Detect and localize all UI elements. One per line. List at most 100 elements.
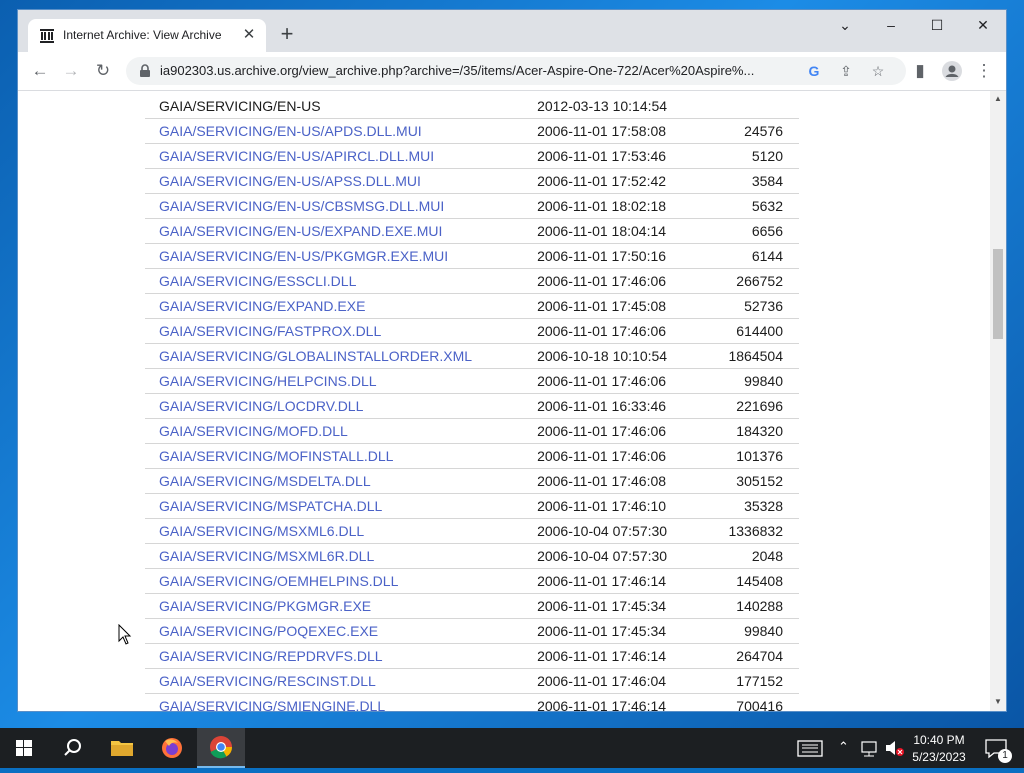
table-row: GAIA/SERVICING/GLOBALINSTALLORDER.XML 200…: [145, 343, 799, 369]
file-link[interactable]: GAIA/SERVICING/PKGMGR.EXE: [159, 598, 371, 614]
file-link[interactable]: GAIA/SERVICING/MSPATCHA.DLL: [159, 498, 382, 514]
file-size-cell: 6144: [691, 243, 799, 269]
file-link[interactable]: GAIA/SERVICING/EN-US/APSS.DLL.MUI: [159, 173, 421, 189]
file-date-cell: 2006-11-01 17:45:34: [537, 618, 692, 644]
file-explorer-icon[interactable]: [98, 728, 146, 768]
file-link[interactable]: GAIA/SERVICING/ESSCLI.DLL: [159, 273, 356, 289]
file-link[interactable]: GAIA/SERVICING/REPDRVFS.DLL: [159, 648, 383, 664]
file-name-cell: GAIA/SERVICING/MSPATCHA.DLL: [145, 493, 538, 519]
scroll-down-arrow-icon[interactable]: ▼: [990, 695, 1006, 709]
side-panel-icon[interactable]: ▮: [907, 58, 933, 84]
file-link[interactable]: GAIA/SERVICING/POQEXEC.EXE: [159, 623, 378, 639]
lock-icon[interactable]: [138, 64, 152, 78]
table-row: GAIA/SERVICING/EN-US/APDS.DLL.MUI 2006-11…: [145, 118, 799, 144]
file-link[interactable]: GAIA/SERVICING/MSDELTA.DLL: [159, 473, 371, 489]
file-name-cell: GAIA/SERVICING/EN-US/APIRCL.DLL.MUI: [145, 143, 538, 169]
file-name-cell: GAIA/SERVICING/POQEXEC.EXE: [145, 618, 538, 644]
file-name-cell: GAIA/SERVICING/EN-US/CBSMSG.DLL.MUI: [145, 193, 538, 219]
file-name-cell: GAIA/SERVICING/SMIENGINE.DLL: [145, 693, 538, 711]
chevron-up-icon[interactable]: ⌃: [838, 739, 849, 755]
input-indicator-icon[interactable]: [788, 728, 832, 768]
clock-time[interactable]: 10:40 PM: [908, 733, 970, 747]
back-arrow-icon[interactable]: ←: [27, 58, 53, 84]
reload-icon[interactable]: ↻: [90, 58, 116, 84]
file-name-cell: GAIA/SERVICING/ESSCLI.DLL: [145, 268, 538, 294]
file-size-cell: 3584: [691, 168, 799, 194]
file-link[interactable]: GAIA/SERVICING/MSXML6R.DLL: [159, 548, 374, 564]
file-link[interactable]: GAIA/SERVICING/EN-US/APDS.DLL.MUI: [159, 123, 422, 139]
file-link[interactable]: GAIA/SERVICING/EN-US/EXPAND.EXE.MUI: [159, 223, 442, 239]
file-link[interactable]: GAIA/SERVICING/HELPCINS.DLL: [159, 373, 377, 389]
tab-strip: Internet Archive: View Archive ✕ + ⌄ – ☐…: [18, 10, 1006, 52]
close-window-button[interactable]: ✕: [960, 10, 1006, 40]
file-link[interactable]: GAIA/SERVICING/GLOBALINSTALLORDER.XML: [159, 348, 472, 364]
file-date-cell: 2006-11-01 17:46:06: [537, 443, 692, 469]
file-link[interactable]: GAIA/SERVICING/OEMHELPINS.DLL: [159, 573, 398, 589]
file-link[interactable]: GAIA/SERVICING/FASTPROX.DLL: [159, 323, 381, 339]
browser-toolbar: ← → ↻ ia902303.us.archive.org/view_archi…: [18, 52, 1006, 91]
file-date-cell: 2006-11-01 17:53:46: [537, 143, 692, 169]
maximize-button[interactable]: ☐: [914, 10, 960, 40]
windows-start-icon[interactable]: [0, 728, 48, 768]
kebab-menu-icon[interactable]: ⋮: [971, 58, 997, 84]
file-link[interactable]: GAIA/SERVICING/LOCDRV.DLL: [159, 398, 363, 414]
mouse-cursor-icon: [118, 624, 132, 645]
table-row: GAIA/SERVICING/EN-US/APSS.DLL.MUI 2006-11…: [145, 168, 799, 194]
file-link[interactable]: GAIA/SERVICING/EN-US/PKGMGR.EXE.MUI: [159, 248, 448, 264]
page-content: GAIA/SERVICING/EN-US 2012-03-13 10:14:54 G…: [18, 91, 990, 711]
file-date-cell: 2006-11-01 17:46:06: [537, 418, 692, 444]
minimize-button[interactable]: –: [868, 10, 914, 40]
file-date-cell: 2006-10-04 07:57:30: [537, 518, 692, 544]
chrome-icon[interactable]: [197, 728, 245, 768]
profile-icon[interactable]: [939, 58, 965, 84]
firefox-icon[interactable]: [148, 728, 196, 768]
google-icon[interactable]: G: [804, 61, 824, 81]
file-link[interactable]: GAIA/SERVICING/RESCINST.DLL: [159, 673, 376, 689]
file-size-cell: 99840: [691, 368, 799, 394]
file-name-cell: GAIA/SERVICING/MOFINSTALL.DLL: [145, 443, 538, 469]
table-row: GAIA/SERVICING/PKGMGR.EXE 2006-11-01 17:4…: [145, 593, 799, 619]
file-size-cell: 2048: [691, 543, 799, 569]
taskbar: ⌃ 10:40 PM 5/23/2023 1: [0, 728, 1024, 768]
file-link[interactable]: GAIA/SERVICING/MSXML6.DLL: [159, 523, 364, 539]
file-name-cell: GAIA/SERVICING/OEMHELPINS.DLL: [145, 568, 538, 594]
file-name-cell: GAIA/SERVICING/PKGMGR.EXE: [145, 593, 538, 619]
address-bar[interactable]: ia902303.us.archive.org/view_archive.php…: [126, 57, 906, 85]
file-link[interactable]: GAIA/SERVICING/SMIENGINE.DLL: [159, 698, 385, 711]
notification-center-icon[interactable]: 1: [976, 728, 1016, 768]
file-size-cell: 1336832: [691, 518, 799, 544]
tab-search-icon[interactable]: ⌄: [822, 10, 868, 40]
url-text[interactable]: ia902303.us.archive.org/view_archive.php…: [160, 63, 820, 78]
table-row: GAIA/SERVICING/LOCDRV.DLL 2006-11-01 16:3…: [145, 393, 799, 419]
file-date-cell: 2006-11-01 17:58:08: [537, 118, 692, 144]
file-size-cell: 101376: [691, 443, 799, 469]
share-icon[interactable]: ⇪: [836, 61, 856, 81]
network-icon[interactable]: [858, 728, 880, 768]
file-name-cell: GAIA/SERVICING/HELPCINS.DLL: [145, 368, 538, 394]
file-date-cell: 2006-11-01 17:46:04: [537, 668, 692, 694]
file-date-cell: 2006-11-01 17:46:10: [537, 493, 692, 519]
scrollbar-thumb[interactable]: [993, 249, 1003, 339]
file-name-cell: GAIA/SERVICING/EN-US/EXPAND.EXE.MUI: [145, 218, 538, 244]
close-tab-icon[interactable]: ✕: [240, 26, 258, 44]
file-link[interactable]: GAIA/SERVICING/EN-US/APIRCL.DLL.MUI: [159, 148, 434, 164]
clock-date[interactable]: 5/23/2023: [908, 750, 970, 764]
table-row: GAIA/SERVICING/MSXML6R.DLL 2006-10-04 07:…: [145, 543, 799, 569]
file-link[interactable]: GAIA/SERVICING/MOFINSTALL.DLL: [159, 448, 393, 464]
tab-internet-archive[interactable]: Internet Archive: View Archive ✕: [28, 19, 266, 52]
file-size-cell: 184320: [691, 418, 799, 444]
volume-muted-icon[interactable]: [882, 728, 906, 768]
file-link[interactable]: GAIA/SERVICING/MOFD.DLL: [159, 423, 348, 439]
new-tab-button[interactable]: +: [276, 23, 298, 46]
scroll-up-arrow-icon[interactable]: ▲: [990, 92, 1006, 106]
vertical-scrollbar[interactable]: ▲ ▼: [990, 91, 1006, 711]
file-link[interactable]: GAIA/SERVICING/EXPAND.EXE: [159, 298, 365, 314]
file-name-cell: GAIA/SERVICING/MOFD.DLL: [145, 418, 538, 444]
file-link[interactable]: GAIA/SERVICING/EN-US/CBSMSG.DLL.MUI: [159, 198, 444, 214]
forward-arrow-icon[interactable]: →: [58, 58, 84, 84]
search-icon[interactable]: [48, 728, 96, 768]
file-date-cell: 2012-03-13 10:14:54: [537, 94, 692, 119]
file-name-cell: GAIA/SERVICING/GLOBALINSTALLORDER.XML: [145, 343, 538, 369]
star-icon[interactable]: ☆: [868, 61, 888, 81]
table-row: GAIA/SERVICING/MSPATCHA.DLL 2006-11-01 17…: [145, 493, 799, 519]
